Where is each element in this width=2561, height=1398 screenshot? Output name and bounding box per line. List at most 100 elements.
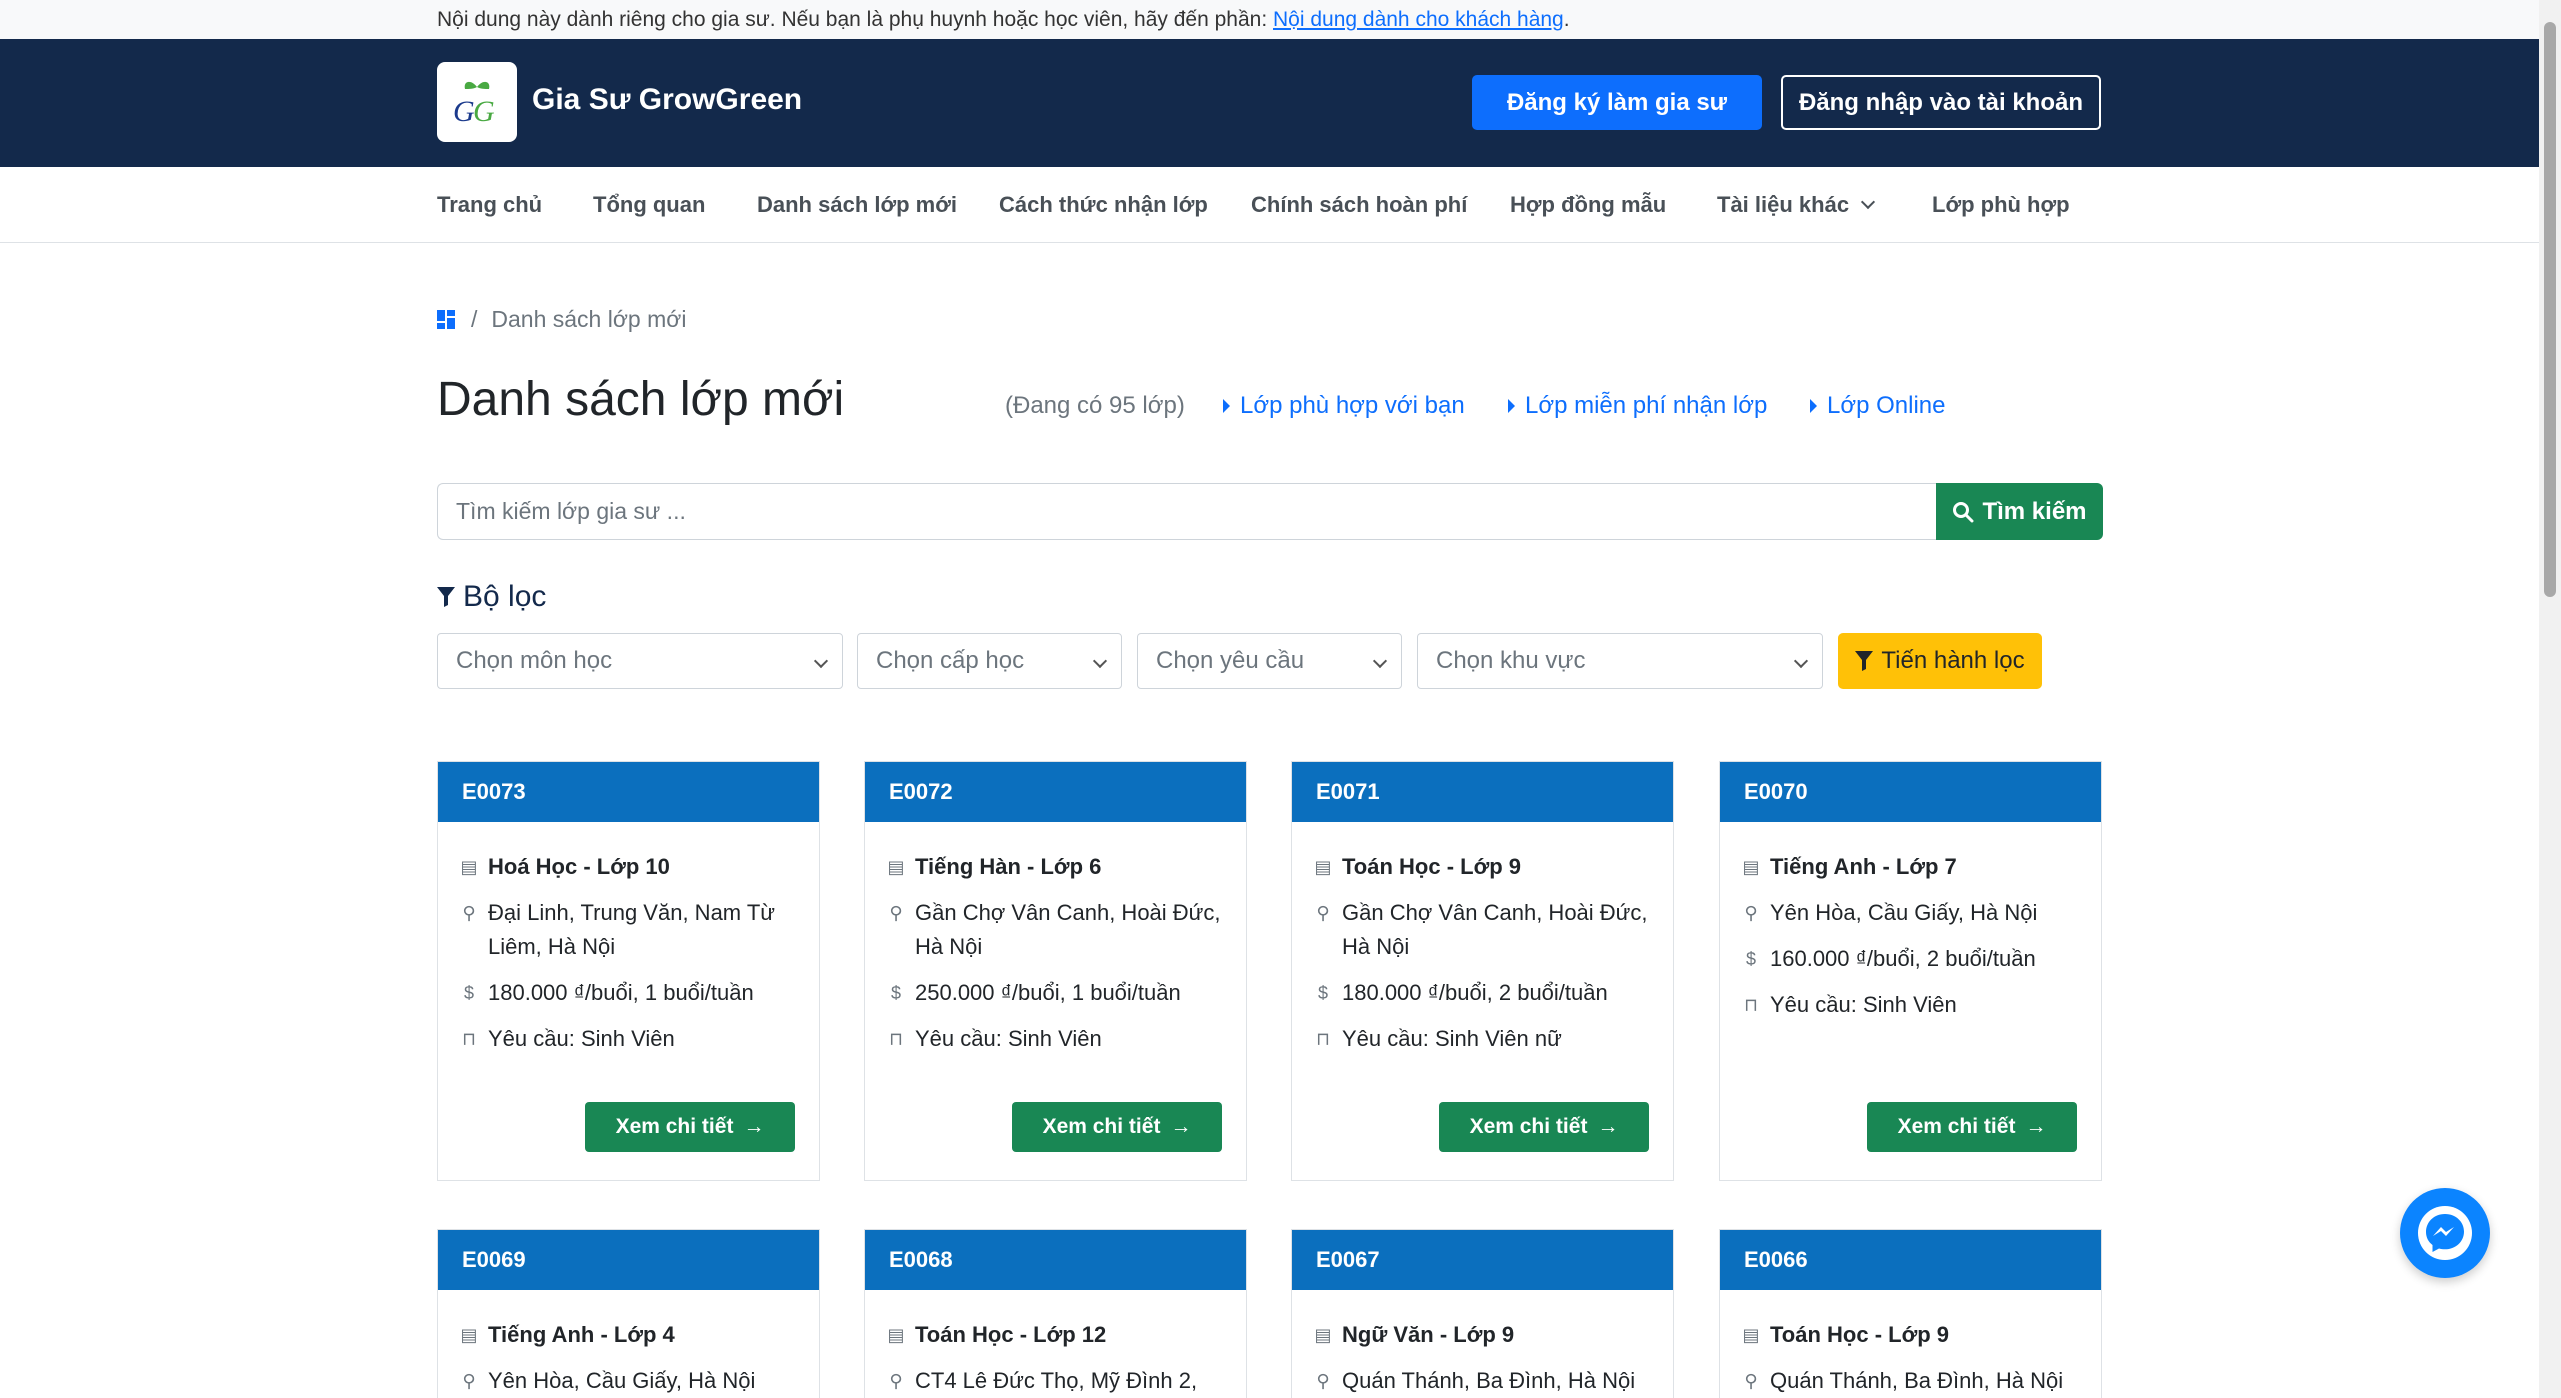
class-card: E0067 ▤ Ngữ Văn - Lớp 9 ⚲ Quán Thánh, Ba Đ… xyxy=(1291,1229,1674,1398)
class-requirement-text: Yêu cầu: Sinh Viên xyxy=(488,1026,675,1051)
search-icon xyxy=(1953,501,1974,522)
messenger-icon xyxy=(2418,1206,2472,1260)
class-fee: $180.000 ₫/buổi, 2 buổi/tuần xyxy=(1314,976,1651,1010)
requirement-select-value: Chọn yêu cầu xyxy=(1156,647,1305,674)
class-fee-text: 180.000 ₫/buổi, 1 buổi/tuần xyxy=(488,980,754,1005)
bookmark-icon: ⊓ xyxy=(1743,995,1759,1015)
dollar-icon: $ xyxy=(463,983,474,1003)
class-location-text: Yên Hòa, Cầu Giấy, Hà Nội xyxy=(488,1368,756,1393)
view-detail-button[interactable]: Xem chi tiết → xyxy=(1012,1102,1222,1152)
class-location: ⚲ Gần Chợ Vân Canh, Hoài Đức, Hà Nội xyxy=(887,896,1224,964)
customer-content-link[interactable]: Nội dung dành cho khách hàng xyxy=(1273,8,1564,31)
chevron-down-icon xyxy=(813,653,829,669)
link-suitable-label: Lớp phù hợp với bạn xyxy=(1240,392,1465,419)
class-card: E0072 ▤ Tiếng Hàn - Lớp 6 ⚲ Gần Chợ Vân Ca… xyxy=(864,761,1247,1181)
svg-text:G: G xyxy=(473,95,495,127)
chevron-down-icon xyxy=(1092,653,1108,669)
breadcrumb: / Danh sách lớp mới xyxy=(437,306,686,333)
view-detail-label: Xem chi tiết xyxy=(1042,1115,1161,1138)
area-select-value: Chọn khu vực xyxy=(1436,647,1586,674)
search-button[interactable]: Tìm kiếm xyxy=(1936,483,2103,540)
apply-filter-button[interactable]: Tiến hành lọc xyxy=(1838,633,2042,689)
bookmark-icon: ⊓ xyxy=(888,1029,904,1049)
view-detail-button[interactable]: Xem chi tiết → xyxy=(585,1102,795,1152)
view-detail-label: Xem chi tiết xyxy=(615,1115,734,1138)
nav-overview[interactable]: Tổng quan xyxy=(593,167,705,243)
area-select[interactable]: Chọn khu vực xyxy=(1417,633,1823,689)
class-location: ⚲ Đại Linh, Trung Văn, Nam Từ Liêm, Hà Nộ… xyxy=(460,896,797,964)
level-select[interactable]: Chọn cấp học xyxy=(857,633,1122,689)
view-detail-button[interactable]: Xem chi tiết → xyxy=(1867,1102,2077,1152)
class-fee: $180.000 ₫/buổi, 1 buổi/tuần xyxy=(460,976,797,1010)
page-title: Danh sách lớp mới xyxy=(437,373,845,426)
class-location: ⚲ Gần Chợ Vân Canh, Hoài Đức, Hà Nội xyxy=(1314,896,1651,964)
requirement-select[interactable]: Chọn yêu cầu xyxy=(1137,633,1402,689)
notice-bar: Nội dung này dành riêng cho gia sư. Nếu … xyxy=(0,0,2561,39)
login-button[interactable]: Đăng nhập vào tài khoản xyxy=(1781,75,2101,130)
class-location-text: Quán Thánh, Ba Đình, Hà Nội xyxy=(1342,1368,1636,1393)
scrollbar-thumb[interactable] xyxy=(2544,22,2556,597)
nav-refund-policy[interactable]: Chính sách hoàn phí xyxy=(1251,167,1467,243)
link-free-label: Lớp miễn phí nhận lớp xyxy=(1525,392,1768,419)
class-subject: ▤ Hoá Học - Lớp 10 xyxy=(460,850,797,884)
location-pin-icon: ⚲ xyxy=(1744,1371,1758,1391)
filter-title-label: Bộ lọc xyxy=(463,580,547,613)
dollar-icon: $ xyxy=(1745,949,1756,969)
dashboard-icon[interactable] xyxy=(437,309,457,330)
class-subject-text: Hoá Học - Lớp 10 xyxy=(488,854,670,879)
book-icon: ▤ xyxy=(1742,1325,1760,1345)
location-pin-icon: ⚲ xyxy=(462,903,476,923)
nav-suitable-classes[interactable]: Lớp phù hợp xyxy=(1932,167,2070,243)
location-pin-icon: ⚲ xyxy=(1744,903,1758,923)
book-icon: ▤ xyxy=(1314,857,1332,877)
filter-icon xyxy=(1855,651,1874,671)
class-subject-text: Tiếng Hàn - Lớp 6 xyxy=(915,854,1102,879)
scrollbar[interactable] xyxy=(2539,0,2561,1398)
class-fee: $160.000 ₫/buổi, 2 buổi/tuần xyxy=(1742,942,2079,976)
arrow-right-icon: → xyxy=(1597,1115,1619,1138)
link-online-label: Lớp Online xyxy=(1827,392,1946,419)
location-pin-icon: ⚲ xyxy=(889,1371,903,1391)
dollar-icon: $ xyxy=(890,983,901,1003)
search-input[interactable] xyxy=(437,483,1936,540)
arrow-right-icon: → xyxy=(2025,1115,2047,1138)
class-location: ⚲ Quán Thánh, Ba Đình, Hà Nội xyxy=(1742,1364,2079,1398)
link-suitable[interactable]: Lớp phù hợp với bạn xyxy=(1223,392,1465,420)
class-subject: ▤ Tiếng Anh - Lớp 4 xyxy=(460,1318,797,1352)
class-code: E0067 xyxy=(1292,1230,1673,1290)
class-subject-text: Ngữ Văn - Lớp 9 xyxy=(1342,1322,1515,1347)
view-detail-label: Xem chi tiết xyxy=(1469,1115,1588,1138)
class-subject: ▤ Toán Học - Lớp 12 xyxy=(887,1318,1224,1352)
location-pin-icon: ⚲ xyxy=(1316,903,1330,923)
class-requirement: ⊓ Yêu cầu: Sinh Viên xyxy=(460,1022,797,1056)
nav-sample-contract[interactable]: Hợp đồng mẫu xyxy=(1510,167,1666,243)
nav-how-to-receive[interactable]: Cách thức nhận lớp xyxy=(999,167,1208,243)
location-pin-icon: ⚲ xyxy=(1316,1371,1330,1391)
nav-other-docs[interactable]: Tài liệu khác xyxy=(1717,167,1876,243)
class-subject: ▤ Toán Học - Lớp 9 xyxy=(1742,1318,2079,1352)
book-icon: ▤ xyxy=(1314,1325,1332,1345)
book-icon: ▤ xyxy=(460,1325,478,1345)
nav-home[interactable]: Trang chủ xyxy=(437,167,542,243)
link-online[interactable]: Lớp Online xyxy=(1810,392,1945,420)
class-requirement: ⊓ Yêu cầu: Sinh Viên nữ xyxy=(1314,1022,1651,1056)
bookmark-icon: ⊓ xyxy=(1315,1029,1331,1049)
class-subject: ▤ Ngữ Văn - Lớp 9 xyxy=(1314,1318,1651,1352)
subject-select[interactable]: Chọn môn học xyxy=(437,633,843,689)
breadcrumb-separator: / xyxy=(471,306,478,332)
link-free[interactable]: Lớp miễn phí nhận lớp xyxy=(1508,392,1767,420)
class-code: E0073 xyxy=(438,762,819,822)
register-tutor-button[interactable]: Đăng ký làm gia sư xyxy=(1472,75,1762,130)
nav-new-classes[interactable]: Danh sách lớp mới xyxy=(757,167,957,243)
brand-name[interactable]: Gia Sư GrowGreen xyxy=(532,83,802,117)
class-card: E0073 ▤ Hoá Học - Lớp 10 ⚲ Đại Linh, Trung… xyxy=(437,761,820,1181)
logo[interactable]: G G xyxy=(437,62,517,142)
class-requirement-text: Yêu cầu: Sinh Viên xyxy=(915,1026,1102,1051)
bookmark-icon: ⊓ xyxy=(461,1029,477,1049)
filter-icon xyxy=(437,587,455,607)
messenger-button[interactable] xyxy=(2400,1188,2490,1278)
class-subject-text: Tiếng Anh - Lớp 7 xyxy=(1770,854,1957,879)
class-location: ⚲ CT4 Lê Đức Thọ, Mỹ Đình 2, xyxy=(887,1364,1224,1398)
class-location-text: Quán Thánh, Ba Đình, Hà Nội xyxy=(1770,1368,2064,1393)
view-detail-button[interactable]: Xem chi tiết → xyxy=(1439,1102,1649,1152)
